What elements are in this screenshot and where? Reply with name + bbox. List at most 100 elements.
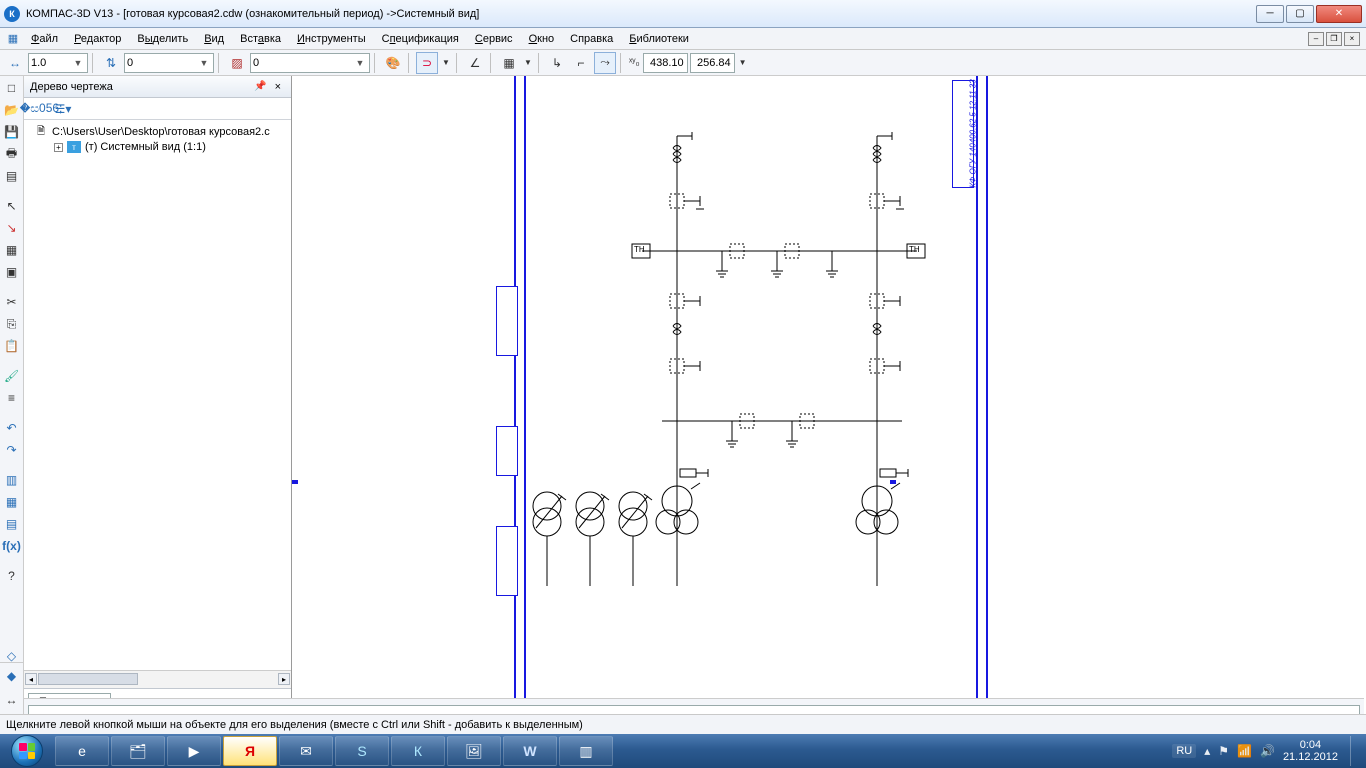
help-icon[interactable]: ?	[2, 566, 22, 586]
magnet-dd-icon[interactable]: ▼	[440, 52, 452, 74]
taskbar-app[interactable]: ▥	[559, 736, 613, 766]
scale-combo[interactable]: ▼	[28, 53, 88, 73]
snap-icon[interactable]: ↔	[4, 52, 26, 74]
tree-file-row[interactable]: 🗎 C:\Users\User\Desktop\готовая курсовая…	[26, 124, 289, 140]
menu-insert[interactable]: Вставка	[233, 31, 288, 47]
undo-icon[interactable]: ↶	[2, 418, 22, 438]
menu-file[interactable]: Файл	[24, 31, 65, 47]
taskbar-photos[interactable]: 🖼	[447, 736, 501, 766]
mdi-close-button[interactable]: ×	[1344, 32, 1360, 46]
lib3-icon[interactable]: ▤	[2, 514, 22, 534]
window-title: КОМПАС-3D V13 - [готовая курсовая2.cdw (…	[26, 8, 1256, 20]
round-icon[interactable]: ⤳	[594, 52, 616, 74]
grid-icon[interactable]: ▦	[498, 52, 520, 74]
arrow-icon[interactable]: ↖	[2, 196, 22, 216]
lib1-icon[interactable]: ▥	[2, 470, 22, 490]
taskbar-explorer[interactable]: 🗂	[111, 736, 165, 766]
taskbar-yandex[interactable]: Я	[223, 736, 277, 766]
view-icon[interactable]: ▣	[2, 262, 22, 282]
print-icon[interactable]: 🖶	[2, 144, 22, 164]
chevron-down-icon[interactable]: ▼	[353, 58, 367, 68]
mdi-restore-button[interactable]: ❐	[1326, 32, 1342, 46]
taskbar-kompas[interactable]: К	[391, 736, 445, 766]
tree-view-row[interactable]: + т (т) Системный вид (1:1)	[26, 140, 289, 154]
scale-input[interactable]	[31, 57, 71, 69]
brush-icon[interactable]: 🖌	[2, 366, 22, 386]
layer-input[interactable]	[253, 57, 353, 69]
pin-icon[interactable]: 📌	[250, 81, 270, 92]
paste-icon[interactable]: 📋	[2, 336, 22, 356]
angle-icon[interactable]: ∠	[464, 52, 486, 74]
minimize-button[interactable]: ─	[1256, 5, 1284, 23]
layers-icon[interactable]: ▦	[2, 240, 22, 260]
dim2-icon[interactable]: ↔	[1, 689, 23, 711]
preview-icon[interactable]: ▤	[2, 166, 22, 186]
select-icon[interactable]: ↘	[2, 218, 22, 238]
save-icon[interactable]: 💾	[2, 122, 22, 142]
scroll-left-icon[interactable]: ◂	[25, 673, 37, 685]
scroll-thumb[interactable]	[38, 673, 138, 685]
menu-select[interactable]: Выделить	[130, 31, 195, 47]
drawing-canvas[interactable]: КФ ОГУ 140400.62 5 12.11 33	[292, 76, 1366, 710]
tray-flag-icon[interactable]: ⚑	[1218, 744, 1229, 758]
start-button[interactable]	[0, 734, 54, 768]
step-icon[interactable]: ⇅	[100, 52, 122, 74]
magnet-icon[interactable]: ⊃	[416, 52, 438, 74]
coord-y: 256.84	[690, 53, 735, 73]
menu-help[interactable]: Справка	[563, 31, 620, 47]
maximize-button[interactable]: ▢	[1286, 5, 1314, 23]
step-input[interactable]	[127, 57, 197, 69]
schematic-svg	[292, 76, 1366, 710]
tree-mode-icon[interactable]: �ස056;	[30, 98, 52, 120]
app-menu-icon[interactable]: ▦	[4, 30, 22, 48]
ortho-icon[interactable]: ↳	[546, 52, 568, 74]
chevron-down-icon[interactable]: ▼	[71, 58, 85, 68]
menu-service[interactable]: Сервис	[468, 31, 520, 47]
taskbar-wmp[interactable]: ▶	[167, 736, 221, 766]
tray-volume-icon[interactable]: 🔊	[1260, 744, 1275, 758]
geom2-icon[interactable]: ◆	[1, 665, 23, 687]
tree-hscrollbar[interactable]: ◂ ▸	[24, 670, 291, 688]
cut-icon[interactable]: ✂	[2, 292, 22, 312]
window-titlebar: К КОМПАС-3D V13 - [готовая курсовая2.cdw…	[0, 0, 1366, 28]
menu-editor[interactable]: Редактор	[67, 31, 128, 47]
copy-icon[interactable]: ⎘	[2, 314, 22, 334]
tray-chevron-icon[interactable]: ▴	[1204, 744, 1210, 758]
taskbar-word[interactable]: W	[503, 736, 557, 766]
lang-indicator[interactable]: RU	[1172, 744, 1196, 758]
menu-libs[interactable]: Библиотеки	[622, 31, 696, 47]
tray-network-icon[interactable]: 📶	[1237, 744, 1252, 758]
redo-icon[interactable]: ↷	[2, 440, 22, 460]
menu-window[interactable]: Окно	[522, 31, 562, 47]
hatch-icon[interactable]: ▨	[226, 52, 248, 74]
lib2-icon[interactable]: ▦	[2, 492, 22, 512]
expand-icon[interactable]: +	[54, 143, 63, 152]
props-icon[interactable]: ≡	[2, 388, 22, 408]
scroll-right-icon[interactable]: ▸	[278, 673, 290, 685]
tool-icon[interactable]: 🎨	[382, 52, 404, 74]
taskbar-mail[interactable]: ✉	[279, 736, 333, 766]
grid-dd-icon[interactable]: ▼	[522, 52, 534, 74]
windows-orb-icon	[11, 735, 43, 767]
show-desktop-button[interactable]	[1350, 736, 1360, 766]
tree-mode-icon[interactable]: ☰▾	[52, 98, 74, 120]
tree-body[interactable]: 🗎 C:\Users\User\Desktop\готовая курсовая…	[24, 120, 291, 670]
open-icon[interactable]: 📂	[2, 100, 22, 120]
new-icon[interactable]: □	[2, 78, 22, 98]
taskbar-skype[interactable]: S	[335, 736, 389, 766]
tray-clock[interactable]: 0:04 21.12.2012	[1283, 739, 1338, 763]
tree-close-icon[interactable]: ×	[271, 81, 285, 93]
menu-view[interactable]: Вид	[197, 31, 231, 47]
fx-icon[interactable]: f(x)	[2, 536, 22, 556]
close-button[interactable]: ✕	[1316, 5, 1362, 23]
menu-tools[interactable]: Инструменты	[290, 31, 373, 47]
taskbar-ie[interactable]: e	[55, 736, 109, 766]
step-combo[interactable]: ▼	[124, 53, 214, 73]
perp-icon[interactable]: ⌐	[570, 52, 592, 74]
chevron-down-icon[interactable]: ▼	[197, 58, 211, 68]
menu-spec[interactable]: Спецификация	[375, 31, 466, 47]
coord-x: 438.10	[643, 53, 688, 73]
mdi-minimize-button[interactable]: –	[1308, 32, 1324, 46]
coord-dd-icon[interactable]: ▼	[737, 52, 749, 74]
layer-combo[interactable]: ▼	[250, 53, 370, 73]
